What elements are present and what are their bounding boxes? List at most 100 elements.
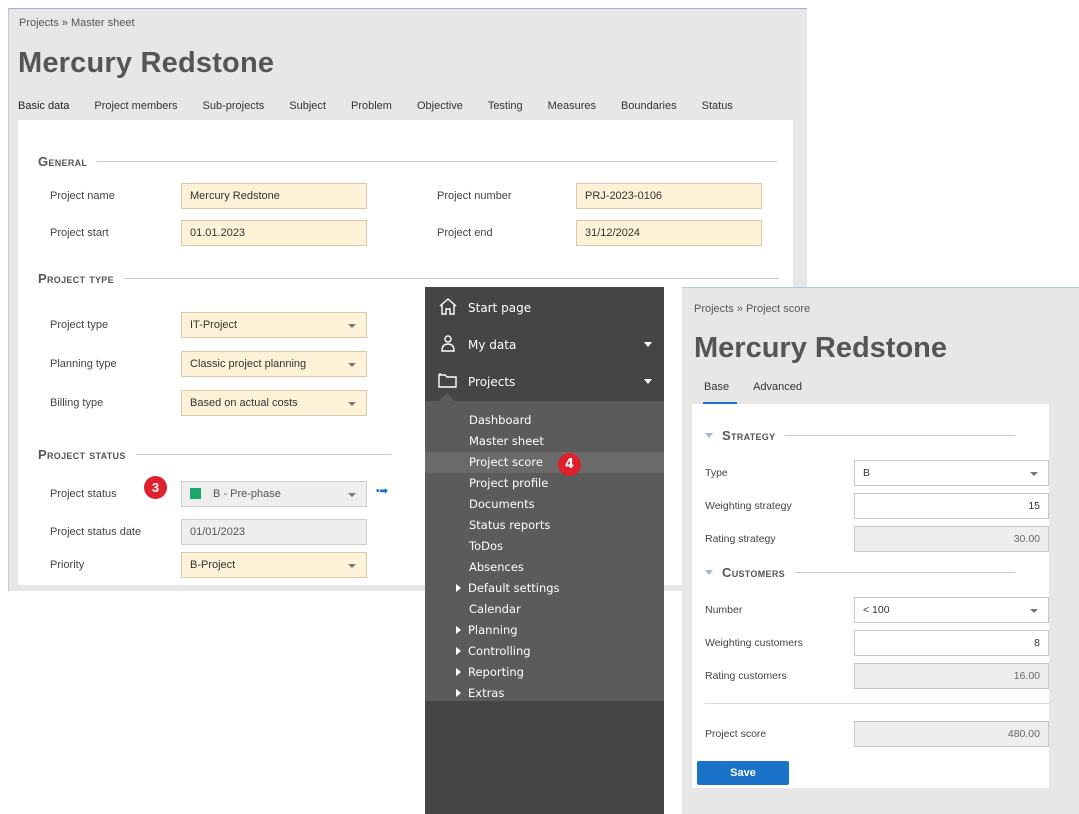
nav-item-documents[interactable]: Documents [425,494,664,515]
billing-type-label: Billing type [50,397,104,409]
section-title: Project status [38,447,126,462]
nav-start-page[interactable]: Start page [425,289,664,327]
nav-item-extras[interactable]: Extras [425,683,664,704]
project-start-label: Project start [50,227,109,239]
billing-type-select[interactable]: Based on actual costs [181,390,367,416]
rating-customers-value: 16.00 [854,663,1049,689]
nav-item-default-settings[interactable]: Default settings [425,578,664,599]
planning-type-label: Planning type [50,358,117,370]
tab-bar: Base Advanced [703,381,818,404]
section-title: Project type [38,271,114,286]
section-project-type: Project type [38,271,779,286]
project-type-select[interactable]: IT-Project [181,312,367,338]
nav-item-project-profile[interactable]: Project profile [425,473,664,494]
nav-item-label: Extras [468,686,505,700]
project-end-label: Project end [437,227,493,239]
nav-item-dashboard[interactable]: Dashboard [425,410,664,431]
page-title: Mercury Redstone [694,332,948,364]
project-status-label: Project status [50,488,117,500]
nav-item-status-reports[interactable]: Status reports [425,515,664,536]
breadcrumb[interactable]: Projects » Project score [694,303,810,315]
nav-label: Projects [468,375,516,389]
section-customers[interactable]: Customers [705,565,1015,580]
tab-advanced[interactable]: Advanced [753,381,802,404]
project-end-field[interactable]: 31/12/2024 [576,220,762,246]
submenu-pointer [439,393,455,401]
section-divider [794,572,1015,573]
nav-item-controlling[interactable]: Controlling [425,641,664,662]
person-icon [438,334,458,356]
nav-label: Start page [468,301,532,315]
nav-item-planning[interactable]: Planning [425,620,664,641]
callout-badge-3: 3 [144,476,167,499]
nav-item-label: Default settings [468,581,560,595]
nav-item-absences[interactable]: Absences [425,557,664,578]
project-name-label: Project name [50,190,115,202]
home-icon [438,297,458,319]
project-name-field[interactable]: Mercury Redstone [181,183,367,209]
customers-number-select[interactable]: < 100 [854,597,1049,623]
save-button[interactable]: Save [697,761,789,785]
nav-my-data[interactable]: My data [425,326,664,364]
project-score-value: 480.00 [854,721,1049,747]
chevron-down-icon [644,342,652,347]
nav-item-label: Reporting [468,665,524,679]
project-status-value: B - Pre-phase [213,488,281,500]
nav-item-calendar[interactable]: Calendar [425,599,664,620]
projects-submenu: Dashboard Master sheet Project score 4 P… [425,401,664,701]
collapse-chevron-icon [705,570,713,575]
expand-arrow-icon [456,647,461,655]
master-content: General Project name Mercury Redstone Pr… [18,120,793,585]
divider [705,703,1049,704]
score-content: Strategy Type B Weighting strategy 15 Ra… [692,404,1049,788]
navigate-arrow-icon[interactable]: •➡ [376,486,388,497]
nav-projects[interactable]: Projects [425,363,664,401]
folder-icon [438,372,458,392]
page-title: Mercury Redstone [18,47,275,79]
weighting-strategy-input[interactable]: 15 [854,493,1049,519]
planning-type-select[interactable]: Classic project planning [181,351,367,377]
rating-strategy-label: Rating strategy [705,533,776,545]
status-color-swatch [190,488,201,499]
weighting-customers-input[interactable]: 8 [854,630,1049,656]
section-title: Strategy [722,428,776,443]
project-status-select[interactable]: B - Pre-phase [181,481,367,507]
weighting-strategy-label: Weighting strategy [705,500,792,512]
nav-item-label: Project score [469,455,543,469]
tab-base[interactable]: Base [703,381,738,404]
nav-item-reporting[interactable]: Reporting [425,662,664,683]
chevron-down-icon [644,379,652,384]
strategy-type-select[interactable]: B [854,460,1049,486]
section-title: General [38,154,88,169]
section-divider [785,435,1016,436]
project-number-label: Project number [437,190,512,202]
expand-arrow-icon [456,584,461,592]
rating-customers-label: Rating customers [705,670,787,682]
priority-select[interactable]: B-Project [181,552,367,578]
project-number-field[interactable]: PRJ-2023-0106 [576,183,762,209]
collapse-chevron-icon [705,433,713,438]
project-score-label: Project score [705,728,767,740]
nav-item-master-sheet[interactable]: Master sheet [425,431,664,452]
project-status-date-field: 01/01/2023 [181,519,367,545]
nav-item-todos[interactable]: ToDos [425,536,664,557]
navigation-sidebar: Start page My data Projects Dashboard Ma… [425,287,664,814]
priority-label: Priority [50,559,85,571]
nav-item-project-score[interactable]: Project score [425,452,664,473]
project-start-field[interactable]: 01.01.2023 [181,220,367,246]
project-type-label: Project type [50,319,109,331]
section-title: Customers [722,565,785,580]
nav-item-label: Controlling [468,644,531,658]
section-divider [135,454,391,455]
section-project-status: Project status [38,447,391,462]
expand-arrow-icon [456,668,461,676]
expand-arrow-icon [456,689,461,697]
section-strategy[interactable]: Strategy [705,428,1016,443]
project-score-window: Projects » Project score Mercury Redston… [682,287,1079,814]
rating-strategy-value: 30.00 [854,526,1049,552]
section-divider [123,278,779,279]
section-divider [97,161,778,162]
expand-arrow-icon [456,626,461,634]
nav-item-label: Planning [468,623,518,637]
breadcrumb[interactable]: Projects » Master sheet [19,17,135,29]
